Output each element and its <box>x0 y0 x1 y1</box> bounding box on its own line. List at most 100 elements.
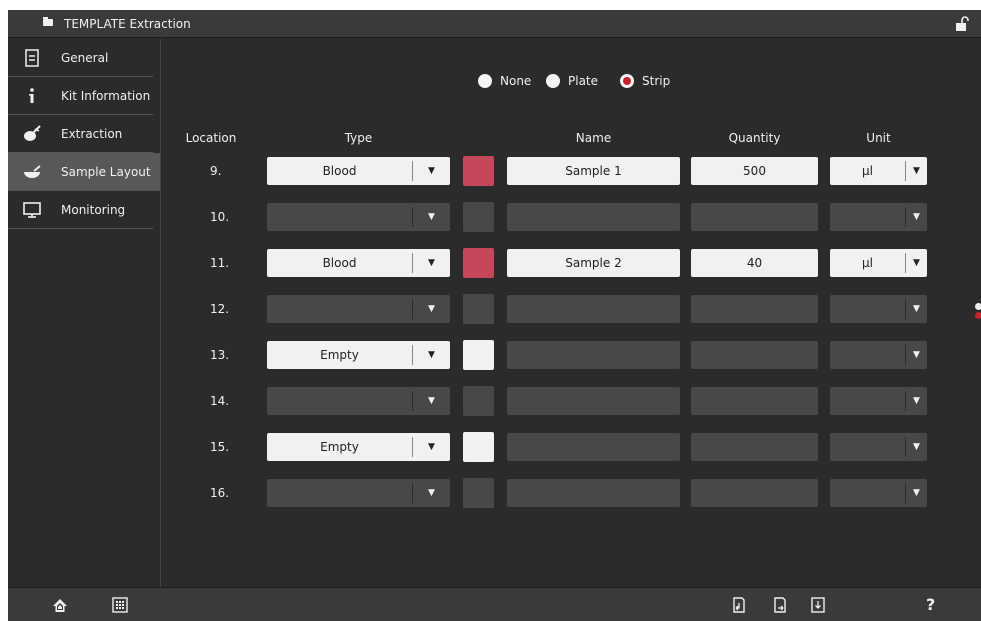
radio-none[interactable]: None <box>478 74 531 88</box>
save-icon[interactable] <box>810 597 826 613</box>
monitor-icon <box>23 202 41 218</box>
chevron-down-icon[interactable]: ▼ <box>413 295 450 323</box>
quantity-field[interactable] <box>691 341 818 369</box>
chevron-down-icon[interactable]: ▼ <box>413 387 450 415</box>
sidebar-item-label: Sample Layout <box>61 165 151 179</box>
unit-select[interactable]: µl ▼ <box>830 157 927 185</box>
unlock-icon[interactable] <box>955 16 969 32</box>
type-select[interactable]: Blood ▼ <box>267 157 450 185</box>
unit-select[interactable]: ▼ <box>830 341 927 369</box>
quantity-field[interactable]: 40 <box>691 249 818 277</box>
unit-value <box>830 479 905 507</box>
chevron-down-icon[interactable]: ▼ <box>906 433 927 461</box>
chevron-down-icon[interactable]: ▼ <box>906 157 927 185</box>
sidebar-item-general[interactable]: General <box>8 39 153 77</box>
chevron-down-icon[interactable]: ▼ <box>906 295 927 323</box>
radio-dot <box>478 74 492 88</box>
extraction-icon <box>24 125 41 141</box>
unit-select[interactable]: ▼ <box>830 387 927 415</box>
import-icon[interactable] <box>731 597 747 613</box>
chevron-down-icon[interactable]: ▼ <box>906 387 927 415</box>
unit-select[interactable]: ▼ <box>830 295 927 323</box>
help-button[interactable]: ? <box>926 595 935 614</box>
chevron-down-icon[interactable]: ▼ <box>906 203 927 231</box>
grid-icon[interactable] <box>112 597 128 613</box>
chevron-down-icon[interactable]: ▼ <box>413 433 450 461</box>
row-location: 9. <box>210 164 222 178</box>
type-value <box>267 387 412 415</box>
color-swatch[interactable] <box>463 248 494 278</box>
type-select[interactable]: ▼ <box>267 479 450 507</box>
type-select[interactable]: Empty ▼ <box>267 341 450 369</box>
name-field[interactable] <box>507 479 680 507</box>
chevron-down-icon[interactable]: ▼ <box>906 479 927 507</box>
document-icon <box>25 49 39 67</box>
quantity-field[interactable] <box>691 433 818 461</box>
color-swatch[interactable] <box>463 340 494 370</box>
bowl-icon <box>24 165 41 178</box>
chevron-down-icon[interactable]: ▼ <box>906 249 927 277</box>
quantity-field[interactable] <box>691 203 818 231</box>
quantity-field[interactable]: 500 <box>691 157 818 185</box>
type-select[interactable]: ▼ <box>267 295 450 323</box>
radio-dot-selected <box>620 74 634 88</box>
column-header-location: Location <box>185 131 237 145</box>
row-location: 16. <box>210 486 230 500</box>
unit-select[interactable]: ▼ <box>830 479 927 507</box>
name-field[interactable] <box>507 433 680 461</box>
chevron-down-icon[interactable]: ▼ <box>413 249 450 277</box>
unit-value: µl <box>862 256 873 270</box>
type-select[interactable]: Blood ▼ <box>267 249 450 277</box>
color-swatch <box>463 294 494 324</box>
column-header-name: Name <box>575 131 612 145</box>
chevron-down-icon[interactable]: ▼ <box>413 341 450 369</box>
type-value <box>267 295 412 323</box>
type-select[interactable]: ▼ <box>267 203 450 231</box>
unit-value <box>830 387 905 415</box>
type-select[interactable]: Empty ▼ <box>267 433 450 461</box>
column-header-quantity: Quantity <box>728 131 781 145</box>
quantity-field[interactable] <box>691 387 818 415</box>
unit-select[interactable]: ▼ <box>830 203 927 231</box>
page-dot-active[interactable] <box>975 312 981 319</box>
name-field[interactable] <box>507 341 680 369</box>
type-value <box>267 203 412 231</box>
unit-select[interactable]: ▼ <box>830 433 927 461</box>
name-field[interactable] <box>507 295 680 323</box>
unit-select[interactable]: µl ▼ <box>830 249 927 277</box>
unit-value <box>830 341 905 369</box>
unit-value <box>830 433 905 461</box>
name-field[interactable] <box>507 387 680 415</box>
sidebar-item-label: General <box>61 51 109 65</box>
chevron-down-icon[interactable]: ▼ <box>413 157 450 185</box>
chevron-down-icon[interactable]: ▼ <box>413 203 450 231</box>
radio-strip[interactable]: Strip <box>620 74 670 88</box>
unit-value: µl <box>862 164 873 178</box>
home-icon[interactable] <box>52 597 68 613</box>
page-dot[interactable] <box>975 303 981 310</box>
sidebar-item-monitoring[interactable]: Monitoring <box>8 191 153 229</box>
quantity-field[interactable] <box>691 295 818 323</box>
title-bar: TEMPLATE Extraction <box>8 10 981 38</box>
radio-plate[interactable]: Plate <box>546 74 598 88</box>
sidebar-item-label: Monitoring <box>61 203 126 217</box>
name-field[interactable] <box>507 203 680 231</box>
column-header-unit: Unit <box>866 131 891 145</box>
export-icon[interactable] <box>772 597 788 613</box>
color-swatch[interactable] <box>463 432 494 462</box>
color-swatch <box>463 478 494 508</box>
sidebar-item-sample-layout[interactable]: Sample Layout <box>8 153 160 191</box>
sidebar-item-extraction[interactable]: Extraction <box>8 115 153 153</box>
sidebar-item-kit-information[interactable]: Kit Information <box>8 77 153 115</box>
type-select[interactable]: ▼ <box>267 387 450 415</box>
chevron-down-icon[interactable]: ▼ <box>906 341 927 369</box>
name-field[interactable]: Sample 2 <box>507 249 680 277</box>
type-value: Empty <box>320 348 359 362</box>
color-swatch[interactable] <box>463 156 494 186</box>
quantity-field[interactable] <box>691 479 818 507</box>
folder-icon <box>43 17 53 26</box>
chevron-down-icon[interactable]: ▼ <box>413 479 450 507</box>
name-field[interactable]: Sample 1 <box>507 157 680 185</box>
type-value: Blood <box>322 256 357 270</box>
unit-value <box>830 295 905 323</box>
